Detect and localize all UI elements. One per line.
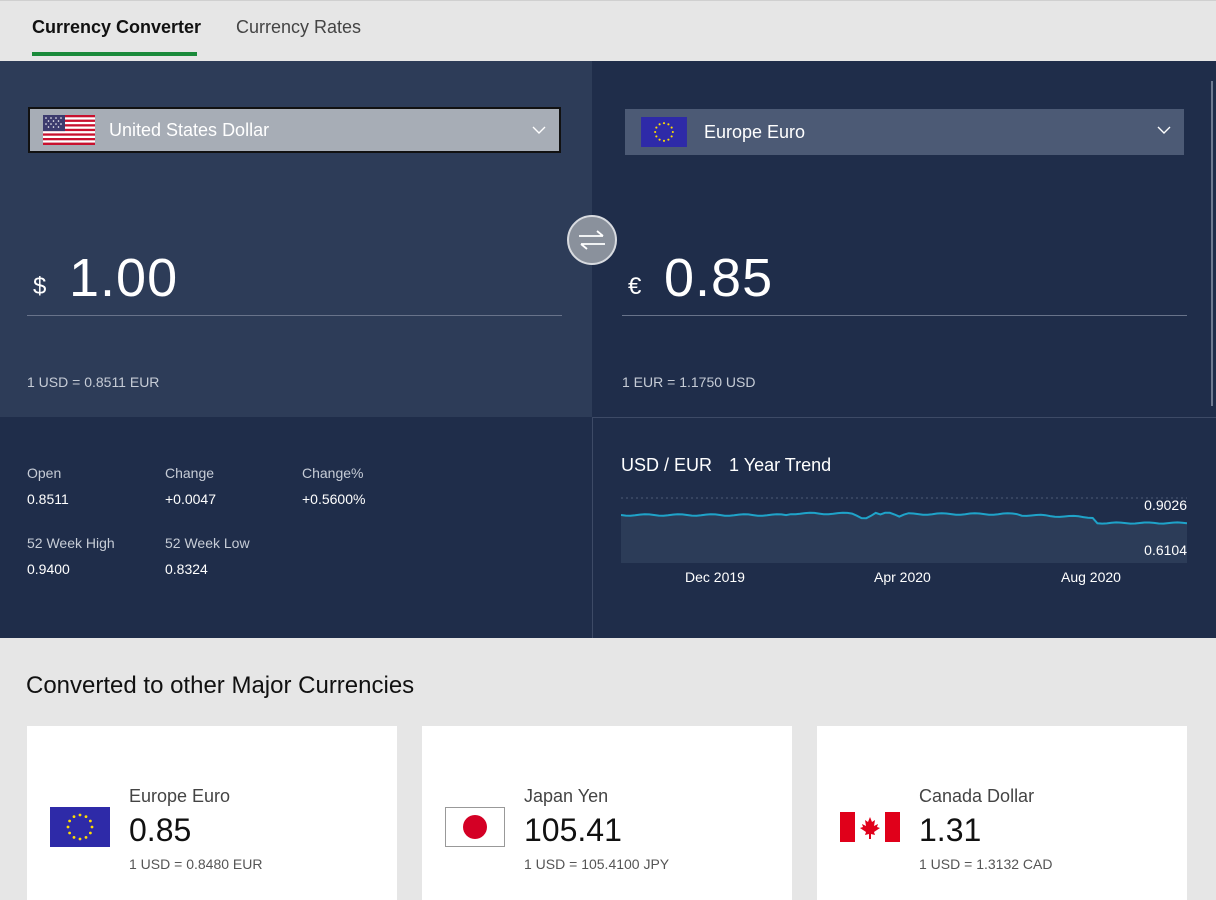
card-currency-name: Japan Yen <box>524 786 609 806</box>
card-currency-rate: 1 USD = 0.8480 EUR <box>129 856 263 872</box>
change-percent-value: +0.5600% <box>302 491 366 507</box>
to-currency-select[interactable]: Europe Euro <box>625 109 1184 155</box>
week52-low-value: 0.8324 <box>165 561 208 577</box>
to-currency-symbol: € <box>628 273 642 300</box>
stats-pane <box>0 417 592 638</box>
trend-x-label: Aug 2020 <box>1061 569 1121 585</box>
trend-sparkline <box>621 493 1187 563</box>
week52-high-value: 0.9400 <box>27 561 70 577</box>
card-currency-value: 0.85 <box>129 812 192 848</box>
trend-chart: USD / EUR 1 Year Trend 0.9026 0.6104 Dec… <box>592 417 1216 638</box>
from-currency-label: United States Dollar <box>109 119 270 140</box>
currency-card-cad[interactable]: Canada Dollar 1.31 1 USD = 1.3132 CAD <box>817 726 1187 900</box>
to-rate-text: 1 EUR = 1.1750 USD <box>622 374 756 390</box>
trend-x-label: Apr 2020 <box>874 569 931 585</box>
card-currency-value: 1.31 <box>919 812 982 848</box>
major-currencies-section: Converted to other Major Currencies Euro… <box>0 638 1216 900</box>
swap-currencies-button[interactable] <box>567 215 617 265</box>
currency-card-jpy[interactable]: Japan Yen 105.41 1 USD = 105.4100 JPY <box>422 726 792 900</box>
from-currency-symbol: $ <box>33 273 47 300</box>
to-currency-label: Europe Euro <box>704 121 806 142</box>
trend-period: 1 Year Trend <box>729 455 832 475</box>
trend-pair: USD / EUR <box>621 455 713 475</box>
trend-x-label: Dec 2019 <box>685 569 745 585</box>
change-value: +0.0047 <box>165 491 216 507</box>
from-currency-select[interactable]: United States Dollar <box>28 107 561 153</box>
trend-title: USD / EUR 1 Year Trend <box>621 455 831 476</box>
from-rate-text: 1 USD = 0.8511 EUR <box>27 374 160 390</box>
card-currency-name: Europe Euro <box>129 786 231 806</box>
swap-arrows-icon <box>579 230 605 250</box>
eu-flag-icon <box>641 117 687 147</box>
to-amount-field[interactable]: € 0.85 <box>622 236 1187 316</box>
eu-flag-icon <box>50 807 110 847</box>
tab-currency-converter[interactable]: Currency Converter <box>32 17 201 38</box>
section-title: Converted to other Major Currencies <box>26 672 415 699</box>
from-amount-value[interactable]: 1.00 <box>69 247 178 309</box>
change-label: Change <box>165 465 215 481</box>
trend-min-label: 0.6104 <box>1144 542 1187 558</box>
chevron-down-icon <box>1157 126 1171 134</box>
tab-currency-rates[interactable]: Currency Rates <box>236 17 361 38</box>
card-currency-rate: 1 USD = 1.3132 CAD <box>919 856 1053 872</box>
scrollbar[interactable] <box>1211 81 1213 406</box>
trend-max-label: 0.9026 <box>1144 497 1187 513</box>
week52-low-label: 52 Week Low <box>165 535 250 551</box>
chevron-down-icon <box>532 126 546 134</box>
card-currency-rate: 1 USD = 105.4100 JPY <box>524 856 670 872</box>
jp-flag-icon <box>445 807 505 847</box>
us-flag-icon <box>43 115 95 145</box>
card-currency-name: Canada Dollar <box>919 786 1035 806</box>
open-label: Open <box>27 465 62 481</box>
tab-bar: Currency Converter Currency Rates <box>0 0 1216 61</box>
to-amount-value[interactable]: 0.85 <box>664 247 773 309</box>
currency-card-eur[interactable]: Europe Euro 0.85 1 USD = 0.8480 EUR <box>27 726 397 900</box>
card-currency-value: 105.41 <box>524 812 622 848</box>
converter-panel: United States Dollar Europe Euro $ 1.00 … <box>0 61 1216 638</box>
active-tab-indicator <box>32 52 197 56</box>
week52-high-label: 52 Week High <box>27 535 115 551</box>
from-amount-field[interactable]: $ 1.00 <box>27 236 562 316</box>
ca-flag-icon <box>840 812 900 842</box>
change-percent-label: Change% <box>302 465 364 481</box>
open-value: 0.8511 <box>27 491 69 507</box>
